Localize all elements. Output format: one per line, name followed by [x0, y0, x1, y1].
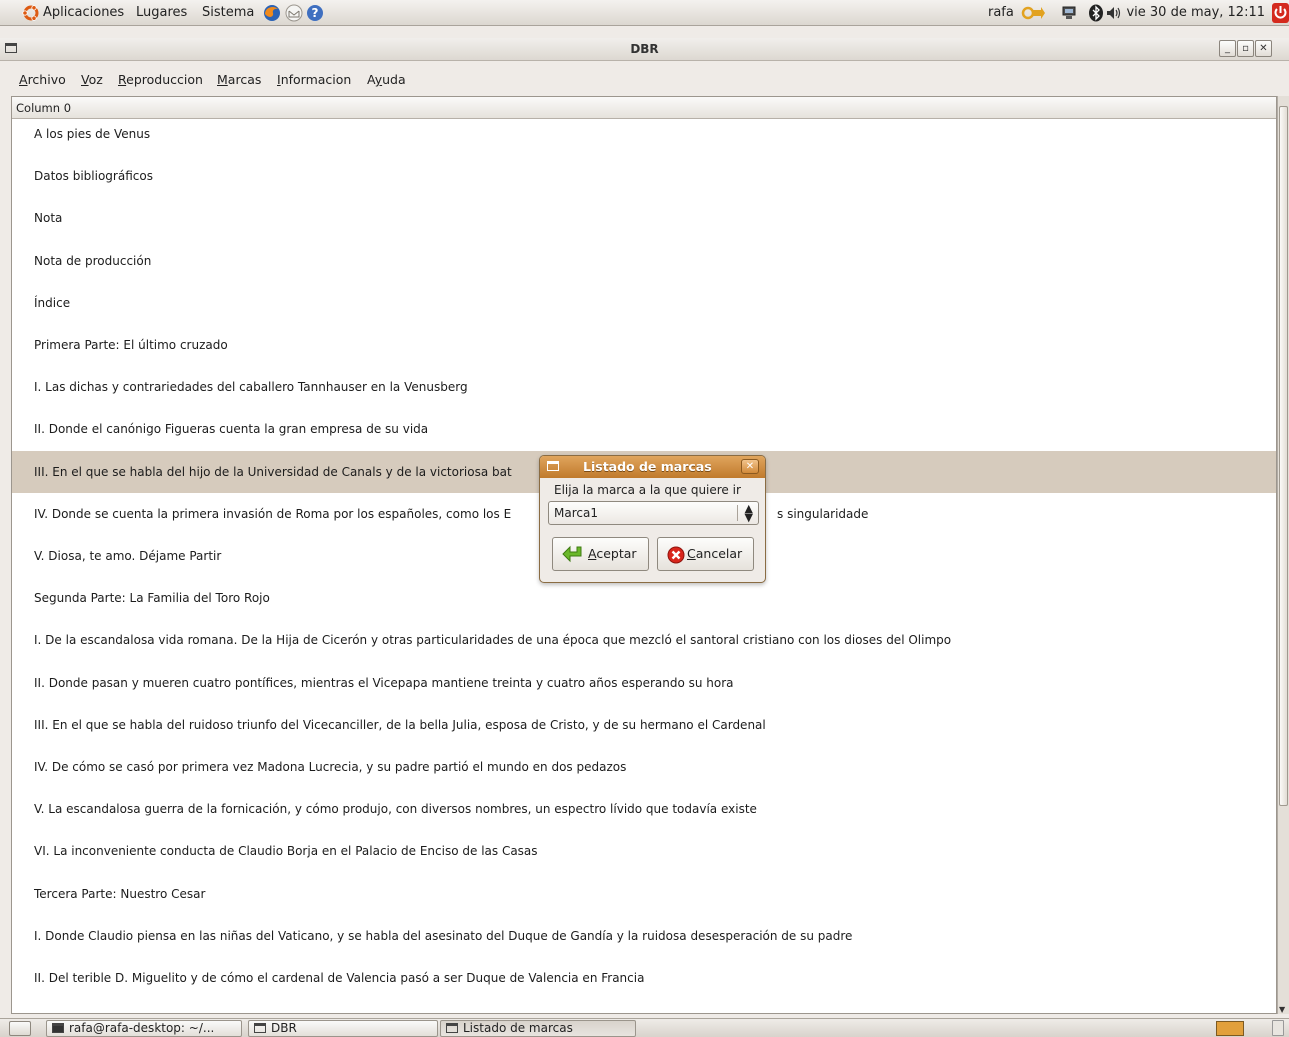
- mark-select-value: Marca1: [554, 506, 598, 520]
- list-item[interactable]: I. De la escandalosa vida romana. De la …: [12, 619, 1276, 661]
- svg-text:?: ?: [312, 6, 319, 20]
- combo-separator: [737, 505, 738, 521]
- accept-arrow-icon: [562, 545, 582, 563]
- list-item[interactable]: IV. De cómo se casó por primera vez Mado…: [12, 746, 1276, 788]
- list-item-tail: s singularidade: [777, 506, 869, 521]
- minimize-button[interactable]: _: [1219, 40, 1236, 57]
- dialog-titlebar[interactable]: Listado de marcas ✕: [540, 456, 765, 478]
- shutdown-icon[interactable]: [1272, 3, 1289, 23]
- bluetooth-icon[interactable]: [1088, 4, 1104, 22]
- dialog-close-button[interactable]: ✕: [741, 459, 759, 474]
- taskbar-item[interactable]: Listado de marcas: [440, 1020, 636, 1037]
- menu-marcas[interactable]: Marcas: [217, 72, 261, 87]
- window-title: DBR: [630, 42, 659, 56]
- list-item[interactable]: I. Las dichas y contrariedades del cabal…: [12, 366, 1276, 408]
- show-desktop-icon[interactable]: [9, 1021, 31, 1036]
- vertical-scrollbar[interactable]: ▼: [1277, 96, 1289, 1014]
- mail-icon[interactable]: [284, 4, 304, 22]
- list-item[interactable]: Primera Parte: El último cruzado: [12, 324, 1276, 366]
- trash-icon[interactable]: [1272, 1020, 1284, 1036]
- dialog-window-icon[interactable]: [547, 461, 559, 471]
- maximize-button[interactable]: ▫: [1237, 40, 1254, 57]
- list-item[interactable]: Segunda Parte: La Familia del Toro Rojo: [12, 577, 1276, 619]
- menu-reproduccion[interactable]: Reproduccion: [118, 72, 203, 87]
- list-item[interactable]: V. La escandalosa guerra de la fornicaci…: [12, 788, 1276, 830]
- marks-dialog: Listado de marcas ✕ Elija la marca a la …: [539, 455, 766, 583]
- panel-clock[interactable]: vie 30 de may, 12:11: [1126, 5, 1265, 20]
- dialog-prompt: Elija la marca a la que quiere ir: [554, 483, 741, 497]
- list-item[interactable]: II. Donde el canónigo Figueras cuenta la…: [12, 408, 1276, 450]
- taskbar-item-label: DBR: [271, 1021, 297, 1035]
- taskbar-item-label: rafa@rafa-desktop: ~/...: [69, 1021, 215, 1035]
- list-item[interactable]: III. En el que se habla del ruidoso triu…: [12, 704, 1276, 746]
- panel-menu-system[interactable]: Sistema: [202, 5, 254, 20]
- scroll-down-arrow-icon[interactable]: ▼: [1279, 1005, 1285, 1014]
- accept-label: Aceptar: [588, 546, 637, 561]
- taskbar: rafa@rafa-desktop: ~/... DBR Listado de ma…: [0, 1018, 1289, 1037]
- menu-archivo[interactable]: Archivo: [19, 72, 66, 87]
- list-item[interactable]: Índice: [12, 282, 1276, 324]
- list-item[interactable]: Nota: [12, 197, 1276, 239]
- mark-select[interactable]: Marca1 ▲ ▼: [548, 501, 759, 525]
- list-item[interactable]: Datos bibliográficos: [12, 155, 1276, 197]
- window-titlebar[interactable]: DBR _ ▫ ✕: [0, 38, 1289, 61]
- update-notifier-icon[interactable]: [1021, 6, 1045, 20]
- dialog-title: Listado de marcas: [583, 459, 712, 474]
- menu-ayuda[interactable]: Ayuda: [367, 72, 406, 87]
- list-item[interactable]: Tercera Parte: Nuestro Cesar: [12, 873, 1276, 915]
- menubar: Archivo Voz Reproduccion Marcas Informac…: [0, 68, 1289, 92]
- top-panel: Aplicaciones Lugares Sistema ? rafa vie …: [0, 0, 1289, 26]
- panel-user-name[interactable]: rafa: [988, 5, 1014, 20]
- list-item[interactable]: Nota de producción: [12, 240, 1276, 282]
- combo-arrows-icon[interactable]: ▲ ▼: [745, 503, 753, 523]
- network-icon[interactable]: [1061, 5, 1077, 21]
- window-icon: [446, 1023, 458, 1033]
- close-button[interactable]: ✕: [1255, 40, 1272, 57]
- firefox-icon[interactable]: [262, 3, 282, 23]
- scrollbar-thumb[interactable]: [1279, 106, 1288, 806]
- volume-icon[interactable]: [1106, 6, 1122, 20]
- cancel-label: Cancelar: [687, 546, 743, 561]
- taskbar-item-label: Listado de marcas: [463, 1021, 573, 1035]
- window-icon: [254, 1023, 266, 1033]
- list-item[interactable]: I. Donde Claudio piensa en las niñas del…: [12, 915, 1276, 957]
- panel-menu-places[interactable]: Lugares: [136, 5, 187, 20]
- terminal-icon: [52, 1023, 64, 1033]
- menu-voz[interactable]: Voz: [81, 72, 103, 87]
- cancel-icon: [667, 546, 685, 564]
- workspace-switcher[interactable]: [1216, 1021, 1244, 1036]
- list-item[interactable]: II. Donde pasan y mueren cuatro pontífic…: [12, 662, 1276, 704]
- list-item[interactable]: II. Del terible D. Miguelito y de cómo e…: [12, 957, 1276, 999]
- taskbar-item[interactable]: rafa@rafa-desktop: ~/...: [46, 1020, 242, 1037]
- menu-informacion[interactable]: Informacion: [277, 72, 351, 87]
- cancel-button[interactable]: Cancelar: [657, 537, 754, 571]
- list-item[interactable]: A los pies de Venus: [12, 113, 1276, 155]
- panel-menu-applications[interactable]: Aplicaciones: [43, 5, 124, 20]
- help-icon[interactable]: ?: [306, 4, 324, 22]
- ubuntu-logo-icon[interactable]: [22, 4, 40, 22]
- list-item[interactable]: VI. La inconveniente conducta de Claudio…: [12, 830, 1276, 872]
- accept-button[interactable]: Aceptar: [552, 537, 649, 571]
- taskbar-item[interactable]: DBR: [248, 1020, 438, 1037]
